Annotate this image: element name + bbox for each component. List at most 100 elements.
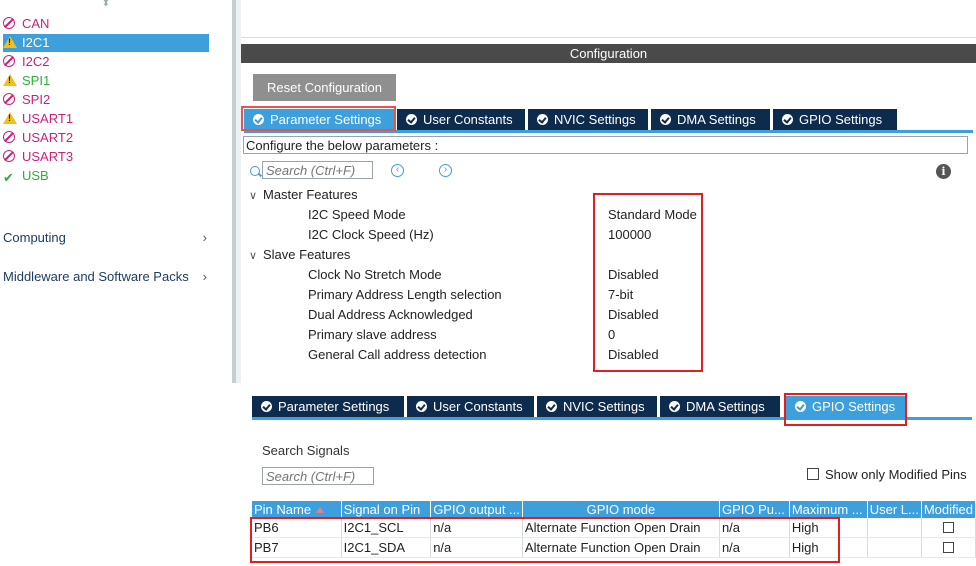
gpio-settings-panel: Parameter Settings User Constants NVIC S…: [244, 391, 976, 566]
check-circle-icon: [660, 114, 671, 125]
previous-result-icon[interactable]: ‹: [391, 164, 404, 177]
ban-icon: [3, 54, 17, 68]
tab-label: NVIC Settings: [554, 112, 636, 127]
tab-user-constants[interactable]: User Constants: [397, 109, 525, 130]
check-circle-icon: [537, 114, 548, 125]
tab-label: NVIC Settings: [563, 399, 645, 414]
tab-parameter-settings[interactable]: Parameter Settings: [252, 396, 404, 417]
table-header-row: Pin Name Signal on Pin GPIO output ... G…: [252, 501, 976, 518]
check-circle-icon: [669, 401, 680, 412]
param-name: Primary Address Length selection: [308, 287, 502, 302]
tab-gpio-settings[interactable]: GPIO Settings: [773, 109, 897, 130]
warning-icon: [3, 35, 17, 49]
column-header-maximum-speed[interactable]: Maximum ...: [789, 501, 868, 518]
chevron-down-icon: ∨: [249, 250, 258, 262]
tab-label: GPIO Settings: [799, 112, 883, 127]
sidebar-item-spi2[interactable]: SPI2: [3, 91, 209, 109]
sidebar-item-can[interactable]: CAN: [3, 15, 209, 33]
param-name: I2C Clock Speed (Hz): [308, 227, 434, 242]
sidebar-item-label: USART3: [22, 149, 74, 164]
group-slave-features[interactable]: ∨ Slave Features: [249, 246, 350, 264]
tab-label: User Constants: [423, 112, 513, 127]
sidebar-item-usart1[interactable]: USART1: [3, 110, 209, 128]
peripheral-sidebar: ⬍ CAN I2C1 I2C2 SPI1 SPI2 USART1 USART2 …: [0, 0, 232, 383]
tab-dma-settings[interactable]: DMA Settings: [660, 396, 780, 417]
mode-area: [241, 0, 976, 38]
check-circle-icon: [406, 114, 417, 125]
cell-user-label: [867, 537, 922, 558]
chevron-down-icon: ∨: [249, 190, 258, 202]
sidebar-item-label: I2C1: [22, 35, 50, 50]
search-icon: [250, 166, 260, 176]
ban-icon: [3, 130, 17, 144]
parameter-search-input[interactable]: [262, 161, 373, 179]
reset-configuration-button[interactable]: Reset Configuration: [253, 74, 396, 101]
highlight-box: [250, 517, 840, 563]
category-label: Computing: [3, 230, 66, 245]
highlight-box: [784, 393, 907, 426]
sidebar-item-i2c2[interactable]: I2C2: [3, 53, 209, 71]
column-header-gpio-mode[interactable]: GPIO mode: [522, 501, 720, 518]
configuration-header: Configuration: [241, 44, 976, 63]
column-header-gpio-pull[interactable]: GPIO Pu...: [719, 501, 790, 518]
chevron-right-icon: ›: [202, 269, 207, 284]
cell-modified[interactable]: [921, 537, 976, 558]
modified-checkbox[interactable]: [942, 542, 954, 553]
tab-user-constants[interactable]: User Constants: [407, 396, 534, 417]
tab-nvic-settings[interactable]: NVIC Settings: [528, 109, 648, 130]
sidebar-item-usart3[interactable]: USART3: [3, 148, 209, 166]
sidebar-item-usb[interactable]: ✔ USB: [3, 167, 209, 185]
check-circle-icon: [261, 401, 272, 412]
info-icon[interactable]: i: [936, 164, 951, 179]
tab-dma-settings[interactable]: DMA Settings: [651, 109, 770, 130]
column-header-user-label[interactable]: User L...: [867, 501, 922, 518]
category-middleware[interactable]: Middleware and Software Packs ›: [3, 268, 213, 286]
search-signals-label: Search Signals: [262, 443, 350, 458]
show-only-modified-checkbox[interactable]: Show only Modified Pins: [807, 467, 967, 482]
group-master-features[interactable]: ∨ Master Features: [249, 186, 358, 204]
cell-modified[interactable]: [921, 518, 976, 538]
tab-label: User Constants: [433, 399, 523, 414]
check-circle-icon: [546, 401, 557, 412]
cell-user-label: [867, 518, 922, 538]
category-computing[interactable]: Computing ›: [3, 229, 213, 247]
column-header-modified[interactable]: Modified: [921, 501, 976, 518]
chevron-right-icon: ›: [202, 230, 207, 245]
checkbox-icon: [807, 468, 819, 480]
sidebar-item-label: USART1: [22, 111, 74, 126]
group-title: Master Features: [263, 187, 358, 202]
warning-icon: [3, 111, 17, 125]
check-circle-icon: [416, 401, 427, 412]
sidebar-item-label: I2C2: [22, 54, 50, 69]
sidebar-item-spi1[interactable]: SPI1: [3, 72, 209, 90]
param-name: I2C Speed Mode: [308, 207, 406, 222]
configuration-panel: Configuration Reset Configuration Parame…: [241, 0, 976, 383]
param-name: Dual Address Acknowledged: [308, 307, 473, 322]
sidebar-item-i2c1[interactable]: I2C1: [3, 34, 209, 52]
column-header-gpio-output[interactable]: GPIO output ...: [430, 501, 523, 518]
group-title: Slave Features: [263, 247, 351, 262]
tab-nvic-settings[interactable]: NVIC Settings: [537, 396, 657, 417]
column-header-signal[interactable]: Signal on Pin: [341, 501, 432, 518]
parameters-description: Configure the below parameters :: [243, 136, 968, 154]
modified-checkbox[interactable]: [942, 522, 954, 533]
sidebar-item-label: USART2: [22, 130, 74, 145]
column-header-pin-name[interactable]: Pin Name: [252, 501, 342, 518]
ban-icon: [3, 92, 17, 106]
sidebar-item-label: SPI1: [22, 73, 51, 88]
param-name: Primary slave address: [308, 327, 437, 342]
tab-label: DMA Settings: [677, 112, 756, 127]
checkbox-label: Show only Modified Pins: [825, 467, 967, 482]
check-circle-icon: [782, 114, 793, 125]
sidebar-item-label: USB: [22, 168, 49, 183]
signal-search-input[interactable]: [262, 467, 374, 485]
next-result-icon[interactable]: ›: [439, 164, 452, 177]
ban-icon: [3, 16, 17, 30]
sort-ascending-icon: [316, 507, 325, 513]
scroll-up-down-icon[interactable]: ⬍: [100, 0, 112, 10]
sidebar-item-usart2[interactable]: USART2: [3, 129, 209, 147]
param-name: General Call address detection: [308, 347, 487, 362]
tab-label: DMA Settings: [686, 399, 765, 414]
category-label: Middleware and Software Packs: [3, 269, 189, 284]
warning-icon: [3, 73, 17, 87]
